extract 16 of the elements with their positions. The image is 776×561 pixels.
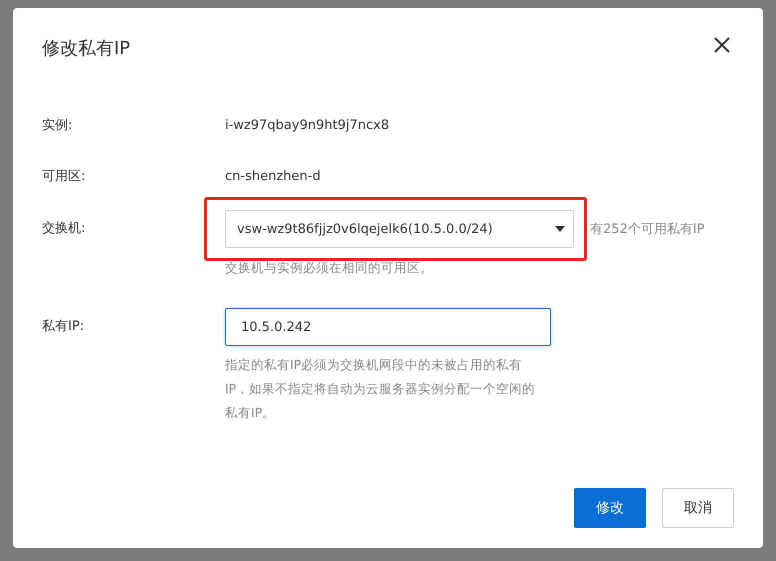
field-value: cn-shenzhen-d (225, 169, 321, 184)
field-value: i-wz97qbay9n9ht9j7ncx8 (225, 118, 390, 133)
switch-dropdown[interactable]: vsw-wz9t86fjjz0v6lqejelk6(10.5.0.0/24) (225, 210, 574, 248)
field-label: 实例: (42, 117, 74, 135)
caret-icon (555, 226, 565, 232)
close-icon[interactable] (713, 36, 731, 54)
dialog-title: 修改私有IP (42, 37, 130, 60)
confirm-button[interactable]: 修改 (574, 488, 646, 528)
field-label: 私有IP: (42, 318, 86, 336)
private-ip-input[interactable]: 10.5.0.242 (225, 308, 551, 346)
field-label: 可用区: (42, 168, 86, 186)
cancel-button[interactable]: 取消 (662, 488, 734, 528)
available-ip-note: 有252个可用私有IP (590, 221, 704, 238)
help-text: 指定的私有IP必须为交换机网段中的未被占用的私有IP，如果不指定将自动为云服务器实例分配一个空闲的私有IP。 (225, 356, 536, 422)
field-label: 交换机: (42, 220, 86, 238)
help-text: 交换机与实例必须在相同的可用区。 (225, 259, 434, 277)
